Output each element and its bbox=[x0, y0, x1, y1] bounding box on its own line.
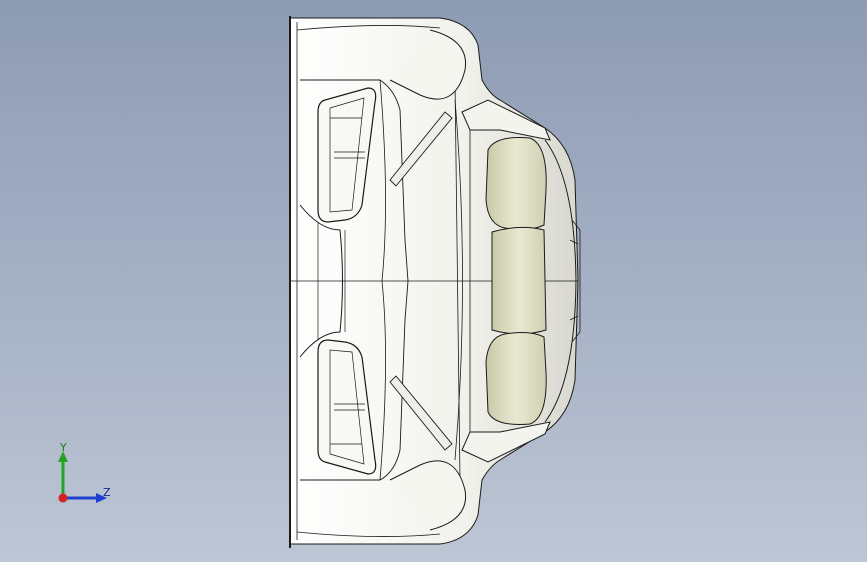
z-axis-label: Z bbox=[103, 486, 111, 499]
graphics-viewport[interactable]: Y Z bbox=[0, 0, 867, 562]
y-axis-label: Y bbox=[60, 441, 67, 454]
seat-lower bbox=[485, 332, 547, 425]
x-axis-dot bbox=[58, 493, 68, 503]
seat-upper bbox=[485, 137, 547, 230]
seat-middle bbox=[491, 226, 547, 335]
car-body-model[interactable] bbox=[0, 0, 867, 562]
